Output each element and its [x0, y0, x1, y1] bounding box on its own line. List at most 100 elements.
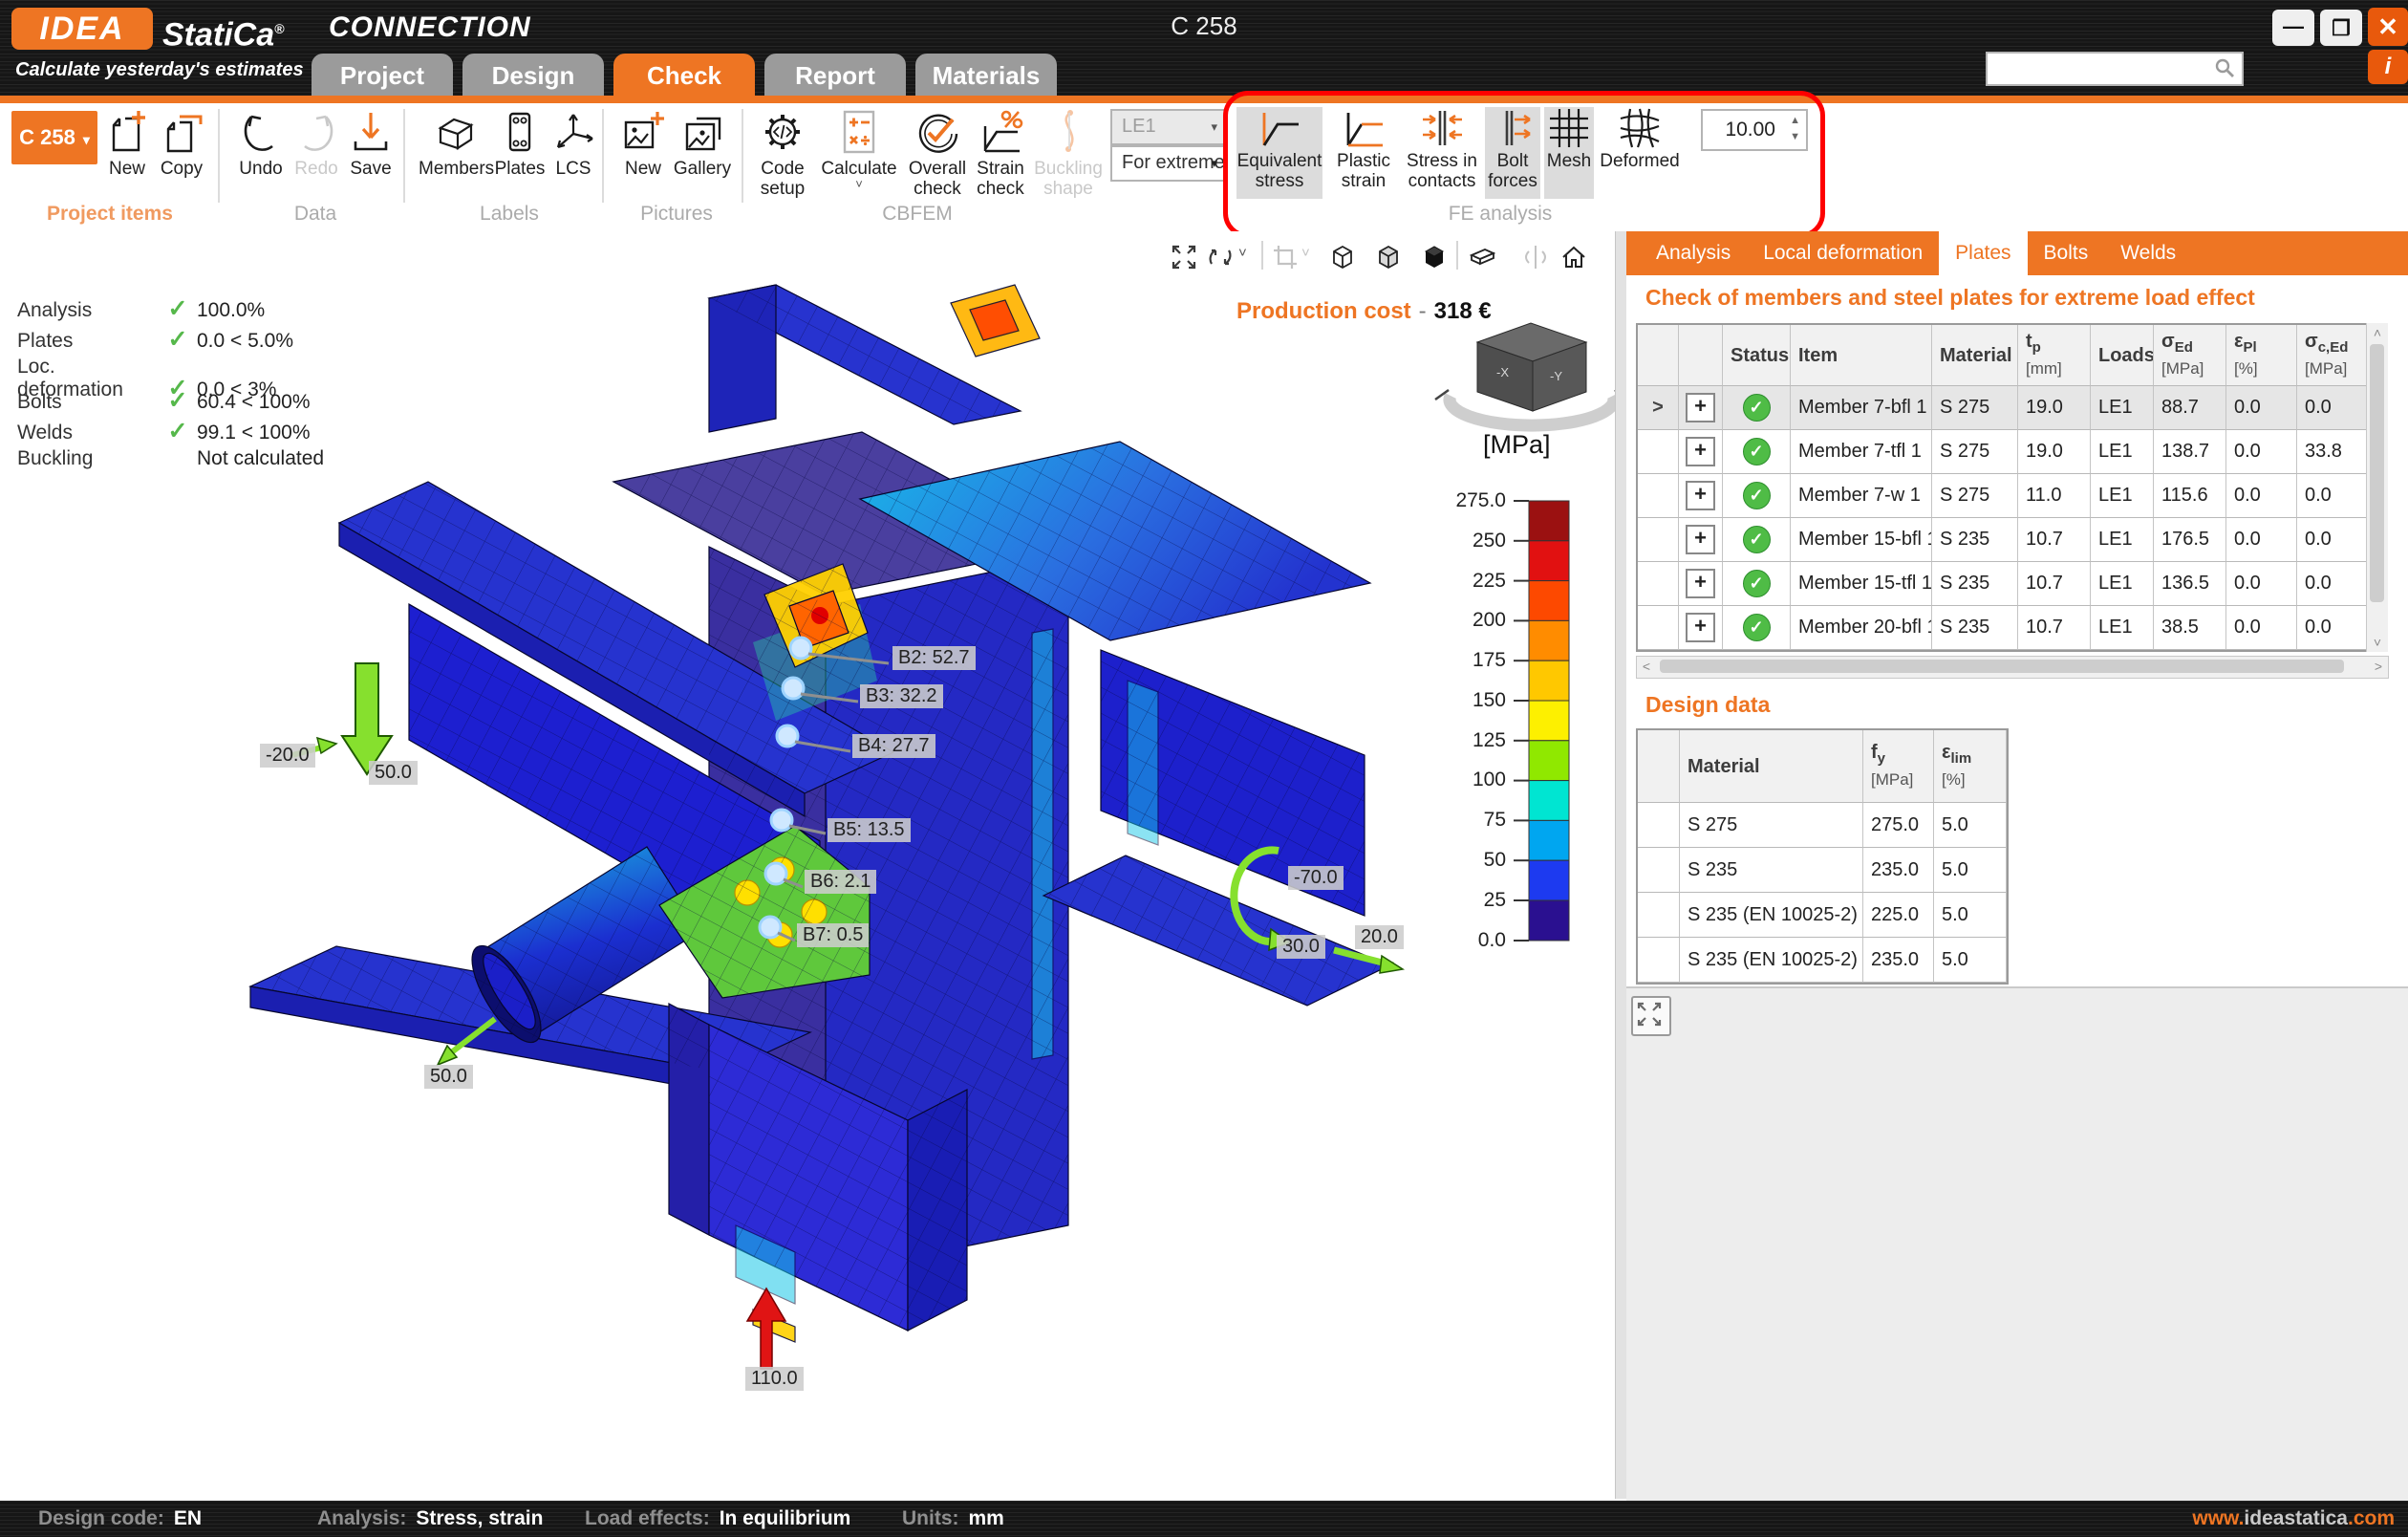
document-title: C 258	[1108, 11, 1300, 41]
code-setup-button[interactable]: Code setup	[753, 107, 812, 199]
table-row[interactable]: + ✓ Member 15-bfl 1S 235 10.7LE1 176.50.…	[1638, 518, 2368, 562]
extreme-filter-select[interactable]: For extreme▾	[1110, 145, 1227, 182]
scroll-down-icon[interactable]: ˅	[2367, 633, 2388, 652]
scroll-left-icon[interactable]: ˂	[1637, 657, 1656, 676]
tab-project[interactable]: Project	[312, 54, 453, 96]
results-tab-plates[interactable]: Plates	[1939, 231, 2027, 275]
transparent-view-icon[interactable]	[1374, 243, 1403, 271]
tab-check[interactable]: Check	[613, 54, 755, 96]
table-row[interactable]: S 275 275.05.0	[1638, 803, 2007, 848]
minimize-button[interactable]: —	[2272, 10, 2314, 46]
rotate-options-caret[interactable]: ˅	[1238, 245, 1247, 261]
accent-strip	[0, 96, 2408, 103]
picture-new-button[interactable]: New	[617, 107, 669, 179]
labels-lcs-toggle[interactable]: LCS	[548, 107, 598, 179]
check-icon: ✓	[159, 325, 197, 354]
summary-value: Not calculated	[197, 447, 324, 470]
fe-deformed-toggle[interactable]: Deformed	[1598, 107, 1682, 199]
bolt-force-label: B3: 32.2	[860, 684, 943, 708]
labels-members-toggle[interactable]: Members	[419, 107, 493, 179]
calculate-button[interactable]: Calculate ˅	[818, 107, 900, 190]
scale-tick: 200	[1431, 609, 1506, 632]
group-label-labels: Labels	[419, 203, 600, 226]
info-button[interactable]: i	[2368, 50, 2408, 84]
fe-mesh-toggle[interactable]: Mesh	[1544, 107, 1594, 199]
summary-label: Plates	[17, 330, 159, 353]
strain-check-button[interactable]: Strain check	[973, 107, 1028, 199]
table-row[interactable]: > + ✓ Member 7-bfl 1S 275 19.0LE1 88.70.…	[1638, 386, 2368, 430]
rotate-view-icon[interactable]	[1206, 243, 1235, 271]
expand-row-button[interactable]: +	[1686, 437, 1715, 466]
fe-stress-in-contacts-toggle[interactable]: Stress in contacts	[1403, 107, 1481, 199]
results-tab-analysis[interactable]: Analysis	[1640, 231, 1747, 275]
maximize-button[interactable]: ❐	[2320, 10, 2362, 46]
scroll-up-icon[interactable]: ˄	[2367, 323, 2388, 342]
project-item-selector[interactable]: C 258▾	[11, 111, 97, 164]
expand-panel-button[interactable]	[1631, 996, 1671, 1036]
undo-button[interactable]: Undo	[233, 107, 289, 179]
close-button[interactable]: ✕	[2368, 8, 2408, 46]
group-label-fe-analysis: FE analysis	[1319, 203, 1682, 226]
table-row[interactable]: S 235 (EN 10025-2) 225.05.0	[1638, 893, 2007, 938]
fe-plastic-strain-toggle[interactable]: Plastic strain	[1326, 107, 1401, 199]
copy-project-item-button[interactable]: Copy	[155, 107, 208, 179]
solid-view-icon[interactable]	[1420, 243, 1449, 271]
clip-section-icon[interactable]	[1468, 243, 1496, 271]
table-vertical-scrollbar[interactable]: ˄ ˅	[2366, 323, 2388, 652]
design-data-table: Material fy[MPa] εlim[%] S 275 275.05.0 …	[1636, 728, 2009, 985]
results-tab-welds[interactable]: Welds	[2104, 231, 2192, 275]
crop-options-caret: ˅	[1301, 245, 1310, 261]
zoom-fit-icon[interactable]	[1170, 243, 1198, 271]
tab-materials[interactable]: Materials	[915, 54, 1057, 96]
new-project-item-button[interactable]: New	[101, 107, 153, 179]
3d-viewport[interactable]: -X -Y	[0, 231, 1615, 1499]
calculate-dropdown-caret[interactable]: ˅	[818, 179, 900, 190]
new-document-icon	[104, 107, 150, 157]
expand-row-button[interactable]: +	[1686, 525, 1715, 554]
crop-view-icon	[1271, 243, 1300, 271]
website-link[interactable]: www.ideastatica.com	[2192, 1501, 2395, 1537]
load-label: 30.0	[1277, 935, 1325, 959]
table-row[interactable]: S 235 (EN 10025-2) - 1 235.05.0	[1638, 938, 2007, 983]
navigation-cube[interactable]: -X -Y	[1435, 323, 1615, 425]
load-arrow-down	[342, 663, 392, 774]
deformed-scale-stepper[interactable]: 10.00 ▲ ▼	[1701, 109, 1808, 151]
group-label-data: Data	[229, 203, 401, 226]
load-case-select[interactable]: LE1▾	[1110, 109, 1227, 145]
bolt-force-label: B5: 13.5	[828, 818, 911, 842]
load-label: 110.0	[745, 1367, 804, 1391]
table-row[interactable]: + ✓ Member 7-tfl 1S 275 19.0LE1 138.70.0…	[1638, 430, 2368, 474]
table-row[interactable]: + ✓ Member 20-bfl 1S 235 10.7LE1 38.50.0…	[1638, 606, 2368, 650]
table-horizontal-scrollbar[interactable]: ˂ ˃	[1636, 656, 2389, 679]
picture-gallery-button[interactable]: Gallery	[671, 107, 734, 179]
tab-design[interactable]: Design	[462, 54, 604, 96]
fe-equivalent-stress-toggle[interactable]: Equivalent stress	[1236, 107, 1322, 199]
status-ok-icon: ✓	[1743, 482, 1771, 509]
expand-row-button[interactable]: +	[1686, 481, 1715, 510]
save-button[interactable]: Save	[344, 107, 398, 179]
load-label: -20.0	[260, 744, 315, 768]
nav-cube-y-label: -Y	[1550, 369, 1562, 383]
labels-plates-toggle[interactable]: Plates	[493, 107, 547, 179]
bolt-force-label: B7: 0.5	[797, 923, 869, 947]
results-tab-bolts[interactable]: Bolts	[2028, 231, 2105, 275]
wireframe-view-icon[interactable]	[1328, 243, 1357, 271]
table-row[interactable]: S 235 235.05.0	[1638, 848, 2007, 893]
table-row[interactable]: + ✓ Member 15-tfl 1S 235 10.7LE1 136.50.…	[1638, 562, 2368, 606]
spin-up-icon[interactable]: ▲	[1790, 116, 1800, 126]
overall-check-button[interactable]: Overall check	[906, 107, 969, 199]
table-row[interactable]: + ✓ Member 7-w 1S 275 11.0LE1 115.60.0 0…	[1638, 474, 2368, 518]
table-header-row: Status Item Material tp[mm] Loads σEd[MP…	[1638, 325, 2368, 386]
spin-down-icon[interactable]: ▼	[1790, 132, 1800, 142]
expand-row-button[interactable]: +	[1686, 569, 1715, 598]
scroll-right-icon[interactable]: ˃	[2369, 657, 2388, 676]
tab-report[interactable]: Report	[764, 54, 906, 96]
expand-row-button[interactable]: +	[1686, 613, 1715, 642]
search-input[interactable]	[1986, 52, 2244, 86]
results-tab-local-deformation[interactable]: Local deformation	[1747, 231, 1939, 275]
home-view-icon[interactable]	[1559, 243, 1588, 271]
redo-button: Redo	[289, 107, 344, 179]
member-box-icon	[433, 107, 479, 157]
fe-bolt-forces-toggle[interactable]: Bolt forces	[1485, 107, 1540, 199]
expand-row-button[interactable]: +	[1686, 393, 1715, 422]
